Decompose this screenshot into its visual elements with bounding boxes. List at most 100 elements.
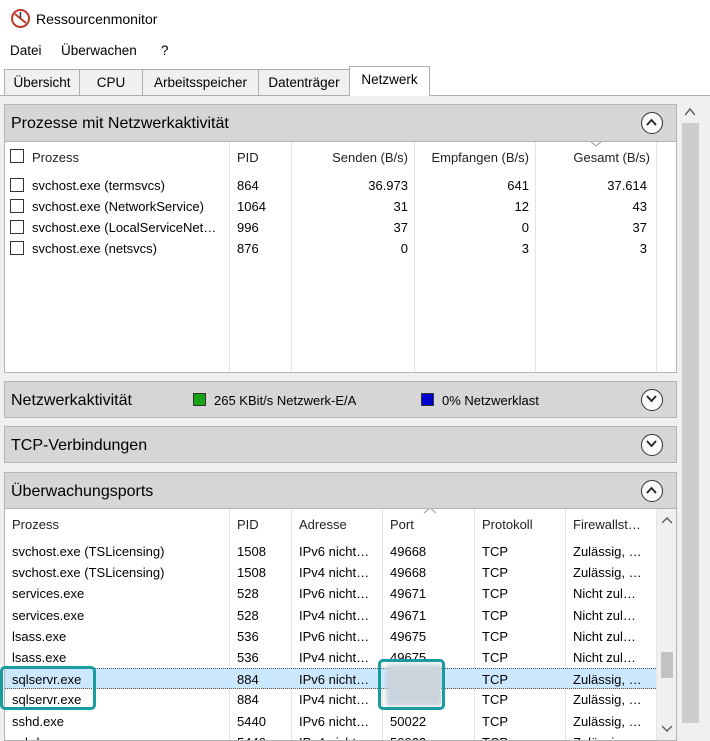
port-firewall-status: Nicht zul… xyxy=(573,608,636,623)
highlight-sqlservr-port xyxy=(378,659,445,710)
port-address: IPv6 nicht… xyxy=(299,544,370,559)
port-firewall-status: Nicht zul… xyxy=(573,650,636,665)
network-activity-section-header[interactable]: Netzwerkaktivität 265 KBit/s Netzwerk-E/… xyxy=(4,381,677,418)
process-checkbox[interactable] xyxy=(10,241,24,255)
scrollbar-thumb[interactable] xyxy=(661,652,673,678)
expand-network-activity-button[interactable] xyxy=(641,389,663,411)
tab-cpu[interactable]: CPU xyxy=(79,69,143,95)
port-protocol: TCP xyxy=(482,714,508,729)
tab-arbeitsspeicher[interactable]: Arbeitsspeicher xyxy=(142,69,259,95)
port-firewall-status: Zulässig, … xyxy=(573,692,642,707)
col-header-adresse[interactable]: Adresse xyxy=(291,509,382,541)
port-pid: 536 xyxy=(237,629,259,644)
processes-section-header[interactable]: Prozesse mit Netzwerkaktivität xyxy=(4,104,677,142)
tcp-section-header[interactable]: TCP-Verbindungen xyxy=(4,426,677,463)
port-protocol: TCP xyxy=(482,692,508,707)
menu-ueberwachen[interactable]: Überwachen xyxy=(61,43,137,58)
process-row[interactable]: svchost.exe (NetworkService) 1064 31 12 43 xyxy=(5,196,656,217)
col-header-empfangen[interactable]: Empfangen (B/s) xyxy=(414,142,535,174)
port-process-name: services.exe xyxy=(12,608,85,623)
port-row[interactable]: sshd.exe 5440 IPv4 nicht… 50022 TCP Zulässig,… xyxy=(5,732,656,740)
process-name: svchost.exe (netsvcs) xyxy=(32,241,157,256)
port-firewall-status: Zulässig, … xyxy=(573,735,642,740)
port-row[interactable]: sqlservr.exe 884 IPv6 nicht… TCP Zulässig, … xyxy=(5,668,656,689)
col-header-pid[interactable]: PID xyxy=(229,509,291,541)
scroll-up-icon[interactable] xyxy=(685,108,695,116)
port-protocol: TCP xyxy=(482,629,508,644)
resource-monitor-icon xyxy=(11,9,30,28)
port-process-name: sshd.exe xyxy=(12,735,64,740)
section-title: Netzwerkaktivität xyxy=(11,392,132,409)
port-pid: 884 xyxy=(237,692,259,707)
collapse-processes-button[interactable] xyxy=(641,112,663,134)
process-name: svchost.exe (termsvcs) xyxy=(32,178,165,193)
process-total: 37.614 xyxy=(607,178,647,193)
port-protocol: TCP xyxy=(482,672,508,687)
process-send: 0 xyxy=(400,241,408,256)
chevron-up-icon xyxy=(646,118,657,126)
process-row[interactable]: svchost.exe (LocalServiceNet… 996 37 0 37 xyxy=(5,217,656,238)
port-row[interactable]: svchost.exe (TSLicensing) 1508 IPv6 nicht…… xyxy=(5,541,656,562)
menu-help[interactable]: ? xyxy=(161,43,169,58)
port-number: 49671 xyxy=(390,608,427,623)
port-address: IPv4 nicht… xyxy=(299,565,370,580)
port-protocol: TCP xyxy=(482,586,508,601)
port-row[interactable]: lsass.exe 536 IPv4 nicht… 49675 TCP Nicht zul… xyxy=(5,647,656,668)
port-row[interactable]: lsass.exe 536 IPv6 nicht… 49675 TCP Nicht zul… xyxy=(5,626,656,647)
process-checkbox[interactable] xyxy=(10,199,24,213)
col-header-protokoll[interactable]: Protokoll xyxy=(474,509,565,541)
process-receive: 3 xyxy=(521,241,529,256)
port-row[interactable]: svchost.exe (TSLicensing) 1508 IPv4 nicht…… xyxy=(5,562,656,583)
process-total: 37 xyxy=(632,220,647,235)
process-checkbox[interactable] xyxy=(10,220,24,234)
port-row[interactable]: services.exe 528 IPv4 nicht… 49671 TCP Nicht … xyxy=(5,605,656,626)
main-scrollbar[interactable] xyxy=(679,103,701,741)
col-header-prozess[interactable]: Prozess xyxy=(5,142,229,174)
ports-section-header[interactable]: Überwachungsports xyxy=(4,472,677,509)
port-row[interactable]: sqlservr.exe 884 IPv4 nicht… TCP Zulässig, … xyxy=(5,689,656,710)
process-pid: 1064 xyxy=(237,199,266,214)
tab-datentraeger[interactable]: Datenträger xyxy=(258,69,350,95)
col-header-pid[interactable]: PID xyxy=(229,142,291,174)
chevron-up-icon xyxy=(646,486,657,494)
process-name: svchost.exe (NetworkService) xyxy=(32,199,204,214)
ports-scrollbar[interactable] xyxy=(657,509,676,740)
menu-bar: Datei Überwachen ? xyxy=(0,38,710,64)
tab-strip: Übersicht CPU Arbeitsspeicher Datenträge… xyxy=(0,64,710,96)
port-address: IPv6 nicht… xyxy=(299,714,370,729)
col-header-prozess[interactable]: Prozess xyxy=(5,509,229,541)
col-header-firewallstatus[interactable]: Firewallst… xyxy=(565,509,656,541)
section-title: TCP-Verbindungen xyxy=(11,437,148,454)
scrollbar-thumb[interactable] xyxy=(682,123,699,723)
process-receive: 12 xyxy=(514,199,529,214)
port-row[interactable]: sshd.exe 5440 IPv6 nicht… 50022 TCP Zulässig,… xyxy=(5,711,656,732)
process-row[interactable]: svchost.exe (netsvcs) 876 0 3 3 xyxy=(5,238,656,259)
port-process-name: sshd.exe xyxy=(12,714,65,729)
port-process-name: svchost.exe (TSLicensing) xyxy=(12,565,165,580)
sort-desc-icon xyxy=(590,142,602,147)
port-number: 50022 xyxy=(390,714,427,729)
ports-table: Prozess PID Adresse Port Protokoll Firew… xyxy=(4,509,677,741)
port-row[interactable]: services.exe 528 IPv6 nicht… 49671 TCP Nicht … xyxy=(5,583,656,604)
port-pid: 884 xyxy=(237,672,259,687)
section-title: Prozesse mit Netzwerkaktivität xyxy=(11,115,229,132)
menu-datei[interactable]: Datei xyxy=(10,43,42,58)
port-protocol: TCP xyxy=(482,735,508,740)
process-row[interactable]: svchost.exe (termsvcs) 864 36.973 641 37.614 xyxy=(5,175,656,196)
col-header-senden[interactable]: Senden (B/s) xyxy=(291,142,414,174)
collapse-ports-button[interactable] xyxy=(641,480,663,502)
scroll-down-icon[interactable] xyxy=(662,725,672,732)
scroll-up-icon[interactable] xyxy=(662,517,672,524)
port-process-name: lsass.exe xyxy=(12,650,67,665)
port-protocol: TCP xyxy=(482,608,508,623)
network-io-label: 265 KBit/s Netzwerk-E/A xyxy=(214,393,357,408)
tab-netzwerk[interactable]: Netzwerk xyxy=(349,66,430,96)
tab-uebersicht[interactable]: Übersicht xyxy=(4,69,80,95)
process-send: 37 xyxy=(393,220,408,235)
port-address: IPv4 nicht… xyxy=(299,650,370,665)
title-bar: Ressourcenmonitor xyxy=(0,0,710,38)
port-number: 50022 xyxy=(390,735,426,740)
process-checkbox[interactable] xyxy=(10,178,24,192)
expand-tcp-button[interactable] xyxy=(641,434,663,456)
process-pid: 864 xyxy=(237,178,259,193)
